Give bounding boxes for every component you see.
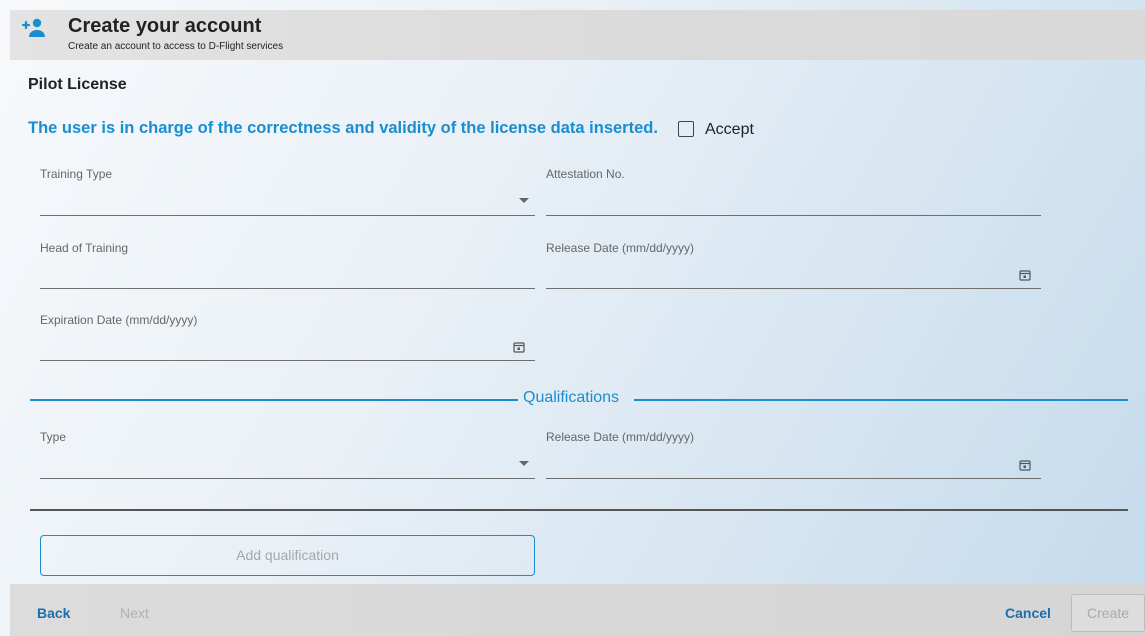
cancel-button[interactable]: Cancel [1005, 605, 1051, 621]
accept-checkbox[interactable] [678, 121, 694, 137]
next-button[interactable]: Next [120, 605, 149, 621]
page-title: Create your account [68, 15, 262, 37]
add-qualification-button[interactable]: Add qualification [40, 535, 535, 576]
attestation-no-label: Attestation No. [546, 167, 625, 181]
expiration-date-label: Expiration Date (mm/dd/yyyy) [40, 313, 198, 327]
qualifications-title: Qualifications [523, 389, 620, 406]
qualifications-rule-left [30, 399, 518, 401]
qualification-type-select[interactable]: Type [40, 419, 535, 479]
calendar-icon[interactable] [1019, 269, 1031, 281]
qualification-type-label: Type [40, 430, 67, 444]
training-type-select[interactable]: Training Type [40, 156, 535, 216]
expiration-date-field[interactable]: Expiration Date (mm/dd/yyyy) [40, 301, 535, 361]
page-subtitle: Create an account to access to D-Flight … [68, 41, 284, 52]
chevron-down-icon [519, 461, 529, 466]
release-date-label: Release Date (mm/dd/yyyy) [546, 241, 695, 255]
back-button[interactable]: Back [37, 605, 70, 621]
qualification-release-date-label: Release Date (mm/dd/yyyy) [546, 430, 695, 444]
add-user-icon [21, 18, 45, 37]
section-title: Pilot License [28, 76, 127, 93]
license-notice: The user is in charge of the correctness… [28, 119, 658, 137]
qualifications-rule-right [634, 399, 1128, 401]
footer-bar: Back Next Cancel Create [10, 584, 1145, 636]
create-button[interactable]: Create [1071, 594, 1145, 632]
calendar-icon[interactable] [513, 341, 525, 353]
training-type-label: Training Type [40, 167, 113, 181]
accept-label: Accept [705, 121, 754, 138]
chevron-down-icon [519, 198, 529, 203]
attestation-no-field[interactable]: Attestation No. [546, 156, 1041, 216]
section-divider [30, 509, 1128, 511]
page-header: Create your account Create an account to… [10, 10, 1145, 60]
release-date-field[interactable]: Release Date (mm/dd/yyyy) [546, 229, 1041, 289]
qualification-release-date-field[interactable]: Release Date (mm/dd/yyyy) [546, 419, 1041, 479]
head-of-training-label: Head of Training [40, 241, 129, 255]
calendar-icon[interactable] [1019, 459, 1031, 471]
head-of-training-field[interactable]: Head of Training [40, 229, 535, 289]
